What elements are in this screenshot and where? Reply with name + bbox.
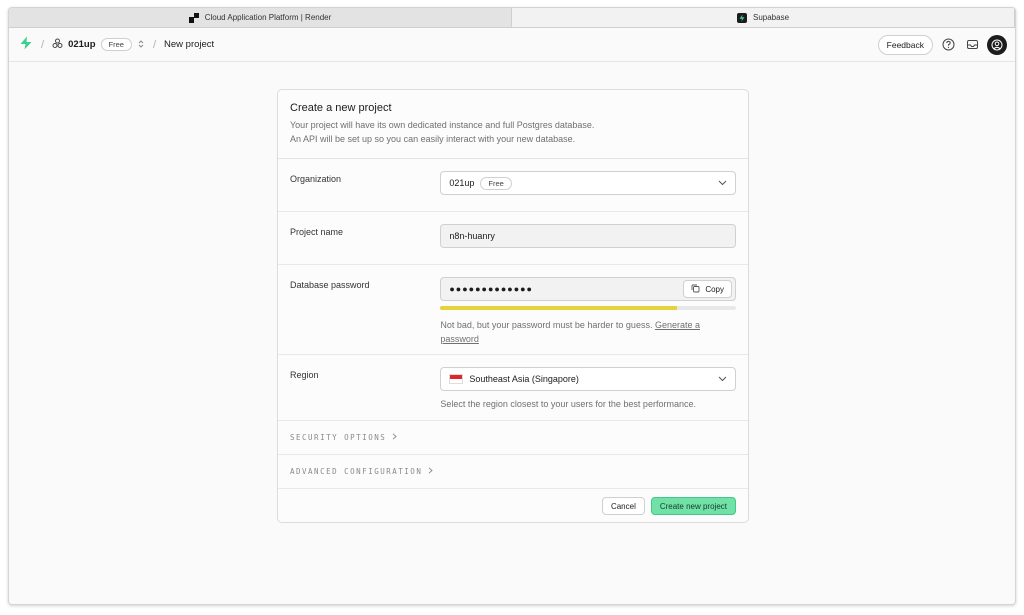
chevron-down-icon <box>718 178 727 188</box>
avatar[interactable] <box>987 34 1007 55</box>
password-strength-fill <box>440 306 677 310</box>
inbox-icon[interactable] <box>963 36 981 54</box>
copy-icon <box>691 284 700 295</box>
org-name: 021up <box>68 39 96 50</box>
page-title: New project <box>164 39 215 50</box>
feedback-button[interactable]: Feedback <box>877 34 933 55</box>
plan-badge: Free <box>100 38 132 51</box>
singapore-flag-icon <box>449 374 464 384</box>
organization-select[interactable]: 021up Free <box>440 171 736 195</box>
region-label: Region <box>290 370 319 380</box>
breadcrumb-separator: / <box>152 38 157 51</box>
supabase-logo-icon[interactable] <box>19 36 33 53</box>
copy-button[interactable]: Copy <box>683 280 732 298</box>
password-helper: Not bad, but your password must be harde… <box>440 318 736 346</box>
tab-bar: Cloud Application Platform | Render Supa… <box>9 8 1015 28</box>
region-select[interactable]: Southeast Asia (Singapore) <box>440 367 736 391</box>
project-name-input[interactable]: n8n-huanry <box>440 224 736 248</box>
org-icon <box>52 38 63 52</box>
tab-title: Supabase <box>752 13 790 22</box>
organization-label: Organization <box>290 174 342 184</box>
form-description-line1: Your project will have its own dedicated… <box>290 120 595 130</box>
tab-title: Cloud Application Platform | Render <box>204 13 332 22</box>
plan-badge: Free <box>480 176 512 190</box>
form-title: Create a new project <box>290 102 392 114</box>
chevron-down-icon <box>718 374 727 384</box>
organization-value: 021up <box>449 178 475 188</box>
breadcrumb: / 021up Free / New project <box>19 36 214 53</box>
browser-window: Cloud Application Platform | Render Supa… <box>8 7 1016 605</box>
chevron-right-icon <box>392 433 397 442</box>
supabase-logo-icon <box>736 12 747 23</box>
db-password-value: ●●●●●●●●●●●●● <box>449 284 533 294</box>
advanced-config-toggle[interactable]: ADVANCED CONFIGURATION <box>278 455 748 489</box>
region-helper: Select the region closest to your users … <box>440 399 696 409</box>
tab-render[interactable]: Cloud Application Platform | Render <box>9 8 512 27</box>
form-description-line2: An API will be set up so you can easily … <box>290 134 576 144</box>
breadcrumb-separator: / <box>41 38 45 51</box>
render-logo-icon <box>188 12 199 23</box>
password-strength-bar <box>440 306 736 310</box>
create-project-button[interactable]: Create new project <box>650 497 736 515</box>
password-helper-text: Not bad, but your password must be harde… <box>440 320 653 330</box>
advanced-config-label: ADVANCED CONFIGURATION <box>290 467 423 476</box>
form-footer: Cancel Create new project <box>278 489 748 522</box>
help-icon[interactable] <box>939 36 957 54</box>
project-name-value: n8n-huanry <box>449 231 495 241</box>
copy-label: Copy <box>705 284 724 294</box>
chevron-up-down-icon[interactable] <box>137 39 145 51</box>
db-password-label: Database password <box>290 280 370 290</box>
tab-supabase[interactable]: Supabase <box>512 8 1015 27</box>
cancel-button[interactable]: Cancel <box>601 497 645 515</box>
region-value: Southeast Asia (Singapore) <box>469 374 579 384</box>
app-header: / 021up Free / New project Feedback <box>9 28 1015 62</box>
security-options-toggle[interactable]: SECURITY OPTIONS <box>278 421 748 455</box>
project-name-label: Project name <box>290 227 344 237</box>
chevron-right-icon <box>428 467 434 476</box>
security-options-label: SECURITY OPTIONS <box>290 433 387 442</box>
new-project-form: Create a new project Your project will h… <box>277 89 749 523</box>
db-password-input[interactable]: ●●●●●●●●●●●●● Copy <box>440 277 736 301</box>
org-switcher[interactable]: 021up Free <box>52 38 145 52</box>
